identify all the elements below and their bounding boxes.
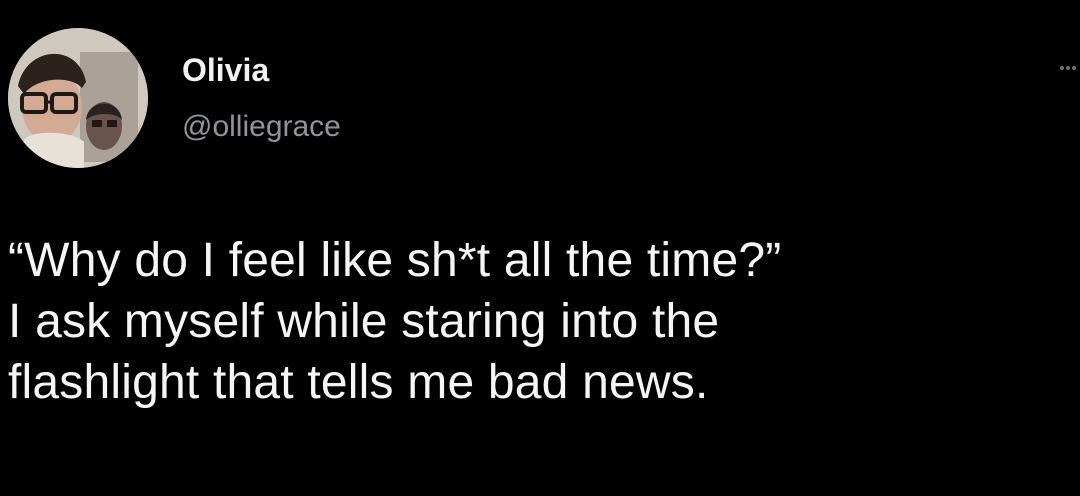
tweet-line: “Why do I feel like sh*t all the time?” bbox=[8, 234, 782, 287]
more-options-icon[interactable] bbox=[1060, 64, 1076, 72]
tweet-card: Olivia @olliegrace “Why do I feel like s… bbox=[0, 0, 1080, 496]
more-dot bbox=[1066, 66, 1070, 70]
more-dot bbox=[1060, 66, 1064, 70]
more-dot bbox=[1072, 66, 1076, 70]
author-display-name[interactable]: Olivia bbox=[182, 52, 269, 88]
tweet-line: flashlight that tells me bad news. bbox=[8, 356, 709, 409]
author-handle[interactable]: @olliegrace bbox=[182, 110, 341, 144]
tweet-text: “Why do I feel like sh*t all the time?” … bbox=[8, 230, 1076, 413]
tweet-line: I ask myself while staring into the bbox=[8, 295, 720, 348]
profile-photo-icon[interactable] bbox=[8, 28, 148, 168]
